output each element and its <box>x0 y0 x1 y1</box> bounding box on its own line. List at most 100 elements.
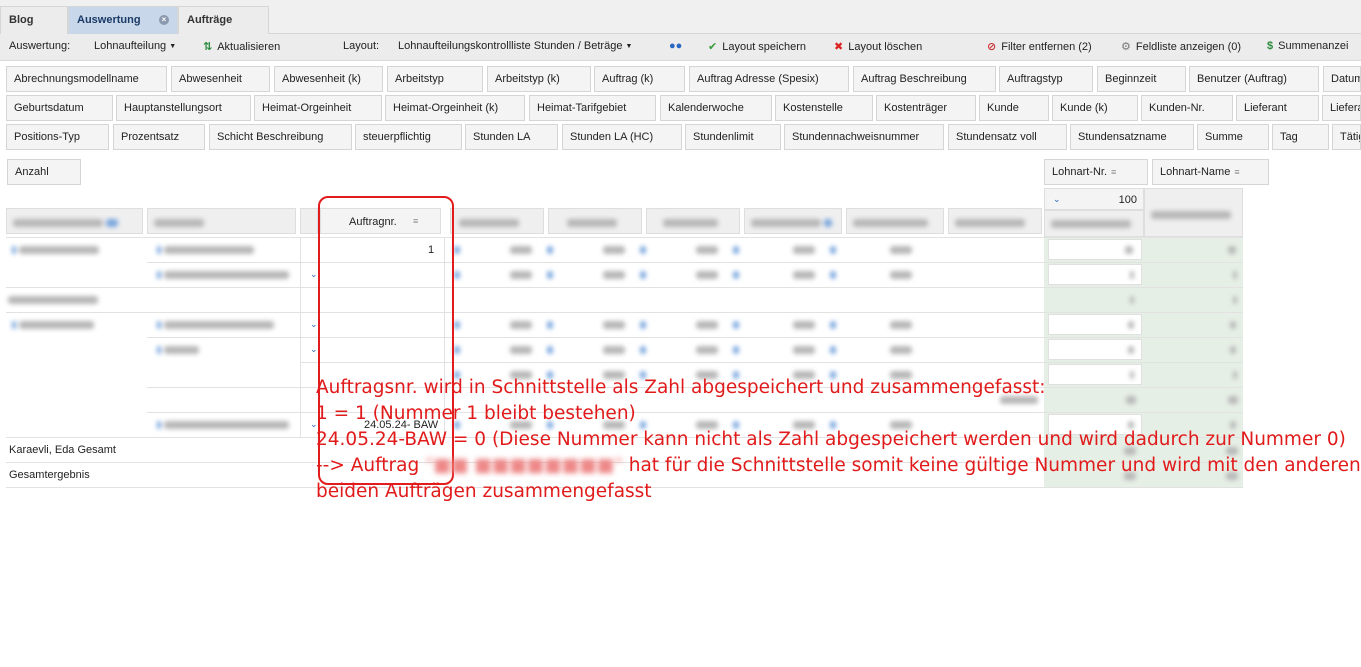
row-header-blurred[interactable] <box>646 208 740 234</box>
field-button[interactable]: Arbeitstyp <box>387 66 483 92</box>
toolbar: Auswertung: Lohnaufteilung ▼ ⇅ Aktualisier… <box>0 34 1361 61</box>
blurred-text <box>1151 209 1231 221</box>
field-list: Abrechnungsmodellname Abwesenheit Abwese… <box>0 63 1361 153</box>
close-icon[interactable]: × <box>159 15 169 25</box>
field-button[interactable]: Heimat-Orgeinheit (k) <box>385 95 525 121</box>
annotation-line: 1 = 1 (Nummer 1 bleibt bestehen) <box>316 403 636 424</box>
column-field-lohnart-nr[interactable]: Lohnart-Nr. ≡ <box>1044 159 1148 185</box>
row-header-mitarbeiter[interactable] <box>6 208 143 234</box>
lohnart-nr-label: Lohnart-Nr. <box>1052 166 1108 178</box>
filter-remove-icon: ⊘ <box>987 41 997 53</box>
users-icon[interactable]: ●● <box>669 40 682 52</box>
blurred-text <box>157 419 290 431</box>
annotation-text: --> Auftrag <box>316 455 420 476</box>
layout-speichern-button[interactable]: ✔ Layout speichern <box>708 40 806 53</box>
row-header-auftrag[interactable] <box>147 208 296 234</box>
layout-loeschen-button[interactable]: ✖ Layout löschen <box>834 40 922 53</box>
field-button[interactable]: Prozentsatz <box>113 124 205 150</box>
blurred-value <box>1228 244 1236 256</box>
field-button[interactable]: Kunde (k) <box>1052 95 1138 121</box>
field-button[interactable]: Geburtsdatum <box>6 95 113 121</box>
tab-blog[interactable]: Blog <box>0 6 68 34</box>
field-button[interactable]: Benutzer (Auftrag) <box>1189 66 1319 92</box>
blurred-text <box>154 217 204 229</box>
row-header-blurred[interactable] <box>450 208 544 234</box>
row-header-blurred[interactable] <box>548 208 642 234</box>
field-button[interactable]: Kunden-Nr. <box>1141 95 1233 121</box>
field-button[interactable]: Stundensatzname <box>1070 124 1194 150</box>
field-button[interactable]: Abwesenheit (k) <box>274 66 383 92</box>
column-header-lohnart-name <box>1044 210 1144 237</box>
field-button[interactable]: Stunden LA (HC) <box>562 124 682 150</box>
tab-auftraege[interactable]: Aufträge <box>178 6 269 34</box>
field-button[interactable]: Kunde <box>979 95 1049 121</box>
tab-bar: Blog Auswertung × Aufträge <box>0 0 1361 34</box>
layout-value: Lohnaufteilungskontrollliste Stunden / B… <box>398 40 623 52</box>
field-button[interactable]: Stundensatz voll <box>948 124 1067 150</box>
field-button[interactable]: Hauptanstellungsort <box>116 95 251 121</box>
layout-speichern-label: Layout speichern <box>722 41 806 53</box>
field-button[interactable]: Summe <box>1197 124 1269 150</box>
chevron-down-icon[interactable]: ⌄ <box>310 344 318 355</box>
tab-auswertung[interactable]: Auswertung × <box>68 6 178 34</box>
field-button[interactable]: Stundenlimit <box>685 124 781 150</box>
field-button[interactable]: Auftrag Adresse (Spesix) <box>689 66 849 92</box>
field-button[interactable]: steuerpflichtig <box>355 124 462 150</box>
blurred-text <box>12 319 95 331</box>
blurred-value <box>1230 344 1236 356</box>
column-field-lohnart-name[interactable]: Lohnart-Name ≡ <box>1152 159 1269 185</box>
chevron-down-icon: ▼ <box>625 42 633 50</box>
chevron-down-icon[interactable]: ⌄ <box>310 319 318 330</box>
tab-auswertung-label: Auswertung <box>77 14 141 26</box>
layout-loeschen-label: Layout löschen <box>848 41 923 53</box>
blurred-value <box>1130 294 1134 306</box>
grand-total-label: Gesamtergebnis <box>9 469 90 481</box>
feldliste-button[interactable]: ⚙ Feldliste anzeigen (0) <box>1121 40 1241 53</box>
field-button[interactable]: Stunden LA <box>465 124 558 150</box>
field-button[interactable]: Abwesenheit <box>171 66 270 92</box>
field-button[interactable]: Positions-Typ <box>6 124 109 150</box>
column-header-lohnart[interactable]: ⌄ 100 <box>1044 188 1144 210</box>
value-cell <box>1048 264 1142 285</box>
chevron-down-icon[interactable]: ⌄ <box>1053 194 1061 205</box>
row-header-blurred[interactable] <box>744 208 842 234</box>
field-button[interactable]: Tag <box>1272 124 1329 150</box>
field-button[interactable]: Auftrag Beschreibung <box>853 66 996 92</box>
row-header-spacer <box>300 208 318 234</box>
field-button[interactable]: Datum <box>1323 66 1361 92</box>
auswertung-dropdown[interactable]: Lohnaufteilung ▼ <box>94 40 176 52</box>
row-separator <box>6 237 1243 238</box>
sort-icon: ≡ <box>1234 167 1240 177</box>
field-button[interactable]: Lieferant <box>1236 95 1319 121</box>
row-header-blurred[interactable] <box>846 208 944 234</box>
blurred-text <box>1051 218 1131 230</box>
chevron-down-icon[interactable]: ⌄ <box>310 269 318 280</box>
column-header-grand-total <box>1144 188 1243 237</box>
row-separator <box>147 337 1243 338</box>
refresh-icon: ⇅ <box>203 41 213 53</box>
checkmark-icon: ✔ <box>708 41 718 53</box>
field-button[interactable]: Schicht Beschreibung <box>209 124 352 150</box>
aktualisieren-label: Aktualisieren <box>217 41 281 53</box>
field-button[interactable]: Beginnzeit <box>1097 66 1186 92</box>
field-button[interactable]: Abrechnungsmodellname <box>6 66 167 92</box>
field-button[interactable]: Kostenträger <box>876 95 976 121</box>
field-button[interactable]: Stundennachweisnummer <box>784 124 944 150</box>
summen-button[interactable]: $ Summenanzei <box>1267 40 1348 52</box>
blurred-text <box>157 344 200 356</box>
field-button[interactable]: Tätig <box>1332 124 1361 150</box>
field-button[interactable]: Kostenstelle <box>775 95 873 121</box>
aktualisieren-button[interactable]: ⇅ Aktualisieren <box>203 40 280 53</box>
field-button[interactable]: Kalenderwoche <box>660 95 772 121</box>
field-button[interactable]: Heimat-Orgeinheit <box>254 95 382 121</box>
field-button[interactable]: Auftrag (k) <box>594 66 685 92</box>
field-button[interactable]: Arbeitstyp (k) <box>487 66 591 92</box>
field-button[interactable]: Heimat-Tarifgebiet <box>529 95 656 121</box>
data-field-anzahl[interactable]: Anzahl <box>7 159 81 185</box>
filter-entfernen-button[interactable]: ⊘ Filter entfernen (2) <box>987 40 1092 53</box>
annotation-line: beiden Aufträgen zusammengefasst <box>316 481 652 502</box>
field-button[interactable]: Auftragstyp <box>999 66 1093 92</box>
field-button[interactable]: Liefera <box>1322 95 1361 121</box>
layout-dropdown[interactable]: Lohnaufteilungskontrollliste Stunden / B… <box>398 40 632 52</box>
row-header-blurred[interactable] <box>948 208 1042 234</box>
